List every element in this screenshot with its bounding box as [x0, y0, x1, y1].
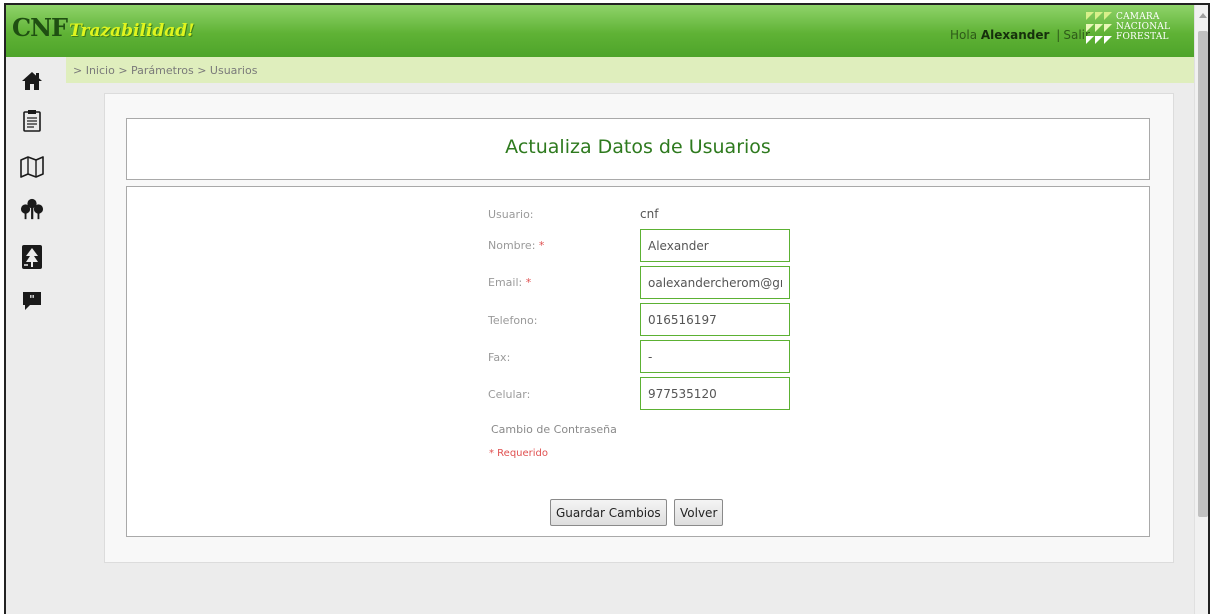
scroll-up-icon[interactable]	[1199, 13, 1207, 18]
app-window: CNF Trazabilidad! Hola Alexander | Salir C…	[4, 3, 1210, 614]
comment-icon: "	[23, 292, 41, 310]
sidebar-item-reports[interactable]	[20, 109, 44, 133]
fax-input[interactable]	[640, 340, 790, 373]
user-greeting: Hola Alexander | Salir	[950, 28, 1090, 42]
logo-line-2: NACIONAL	[1116, 22, 1171, 32]
title-box: Actualiza Datos de Usuarios	[126, 118, 1150, 180]
breadcrumb[interactable]: > Inicio > Parámetros > Usuarios	[73, 64, 257, 77]
sidebar-item-transfers[interactable]	[20, 245, 44, 269]
page-title: Actualiza Datos de Usuarios	[505, 136, 771, 158]
logo-line-1: CAMARA	[1116, 12, 1160, 22]
sidebar-item-trees[interactable]	[20, 197, 44, 221]
brand-main: CNF	[12, 13, 68, 42]
telefono-label: Telefono:	[488, 314, 538, 327]
breadcrumb-bar: > Inicio > Parámetros > Usuarios	[66, 57, 1194, 83]
sidebar-item-messages[interactable]: "	[20, 289, 44, 313]
greeting-separator: |	[1056, 28, 1061, 42]
email-input[interactable]	[640, 266, 790, 299]
required-mark: *	[525, 276, 532, 289]
required-mark: *	[538, 239, 545, 252]
usuario-value: cnf	[640, 207, 659, 221]
scroll-thumb[interactable]	[1198, 31, 1208, 517]
required-note: * Requerido	[489, 448, 549, 459]
fax-label: Fax:	[488, 351, 511, 364]
celular-input[interactable]	[640, 377, 790, 410]
email-label-text: Email:	[488, 276, 523, 289]
back-button[interactable]: Volver	[674, 499, 724, 526]
svg-text:": "	[29, 293, 35, 306]
save-button[interactable]: Guardar Cambios	[550, 499, 667, 526]
sidebar: "	[6, 57, 66, 614]
top-bar: CNF Trazabilidad! Hola Alexander | Salir C…	[6, 5, 1194, 57]
form-box	[126, 186, 1150, 537]
change-password-link[interactable]: Cambio de Contraseña	[491, 423, 617, 436]
nombre-label-text: Nombre:	[488, 239, 536, 252]
logo-line-3: FORESTAL	[1116, 32, 1169, 42]
sidebar-item-map[interactable]	[20, 155, 44, 179]
brand-logo[interactable]: CNF Trazabilidad!	[12, 13, 195, 42]
usuario-label: Usuario:	[488, 208, 534, 221]
home-icon	[22, 72, 42, 90]
telefono-input[interactable]	[640, 303, 790, 336]
logo-text: CAMARA NACIONAL FORESTAL	[1116, 12, 1170, 42]
sidebar-item-home[interactable]	[20, 69, 44, 93]
greeting-prefix: Hola	[950, 28, 978, 42]
cnf-triangles-icon	[1086, 12, 1112, 44]
camara-nacional-forestal-logo: CAMARA NACIONAL FORESTAL	[1086, 10, 1186, 50]
celular-label: Celular:	[488, 388, 531, 401]
user-name: Alexander	[980, 28, 1050, 42]
vertical-scrollbar[interactable]	[1194, 5, 1208, 614]
clipboard-icon	[23, 110, 41, 132]
email-label: Email: *	[488, 276, 531, 289]
map-icon	[20, 156, 44, 178]
nombre-input[interactable]	[640, 229, 790, 262]
forest-transfer-icon	[22, 245, 42, 269]
nombre-label: Nombre: *	[488, 239, 544, 252]
trees-icon	[20, 198, 44, 220]
brand-sub: Trazabilidad!	[69, 21, 195, 41]
